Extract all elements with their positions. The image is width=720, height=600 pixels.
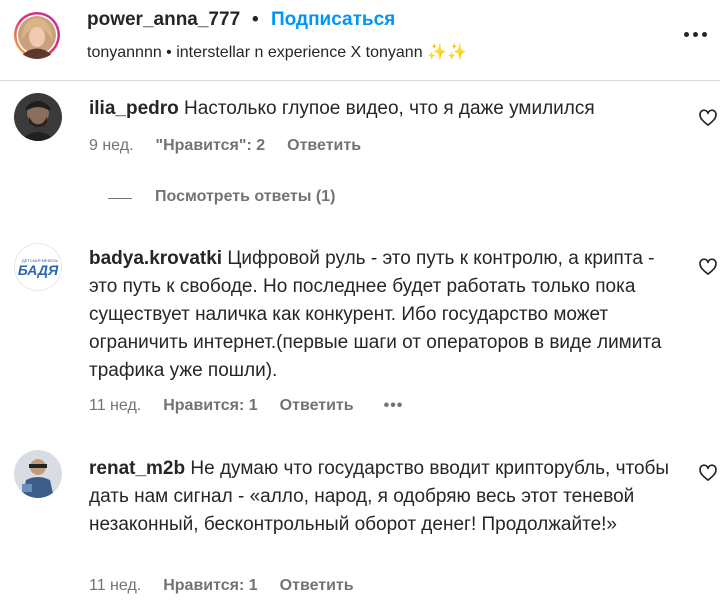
comment-meta: 11 нед. Нравится: 1 Ответить: [89, 577, 354, 595]
heart-icon[interactable]: [698, 257, 718, 277]
header-separator: •: [252, 9, 259, 30]
more-options-icon[interactable]: [683, 30, 709, 40]
comment-likes[interactable]: Нравится: 1: [163, 577, 257, 595]
comment-likes[interactable]: Нравится: 1: [163, 397, 257, 415]
comment-username[interactable]: badya.krovatki: [89, 248, 222, 269]
reply-button[interactable]: Ответить: [287, 137, 361, 155]
author-username[interactable]: power_anna_777: [87, 9, 240, 31]
reply-button[interactable]: Ответить: [280, 577, 354, 595]
comment-body: badya.krovatki Цифровой руль - это путь …: [89, 245, 677, 385]
comment-body: renat_m2b Не думаю что государство вводи…: [89, 455, 677, 539]
commenter-avatar[interactable]: [14, 450, 62, 498]
brand-logo: ДЕТСКАЯ МЕБЕЛЬ БАДЯ: [15, 244, 61, 290]
comment-username[interactable]: renat_m2b: [89, 458, 185, 479]
header-divider: [0, 80, 720, 81]
comment-username[interactable]: ilia_pedro: [89, 98, 179, 119]
reply-button[interactable]: Ответить: [280, 397, 354, 415]
comment-text: Настолько глупое видео, что я даже умили…: [184, 98, 595, 119]
comment-time: 9 нед.: [89, 137, 134, 154]
post-header: power_anna_777 • Подписаться tonyannnn •…: [0, 0, 720, 80]
comment-time: 11 нед.: [89, 397, 142, 414]
heart-icon[interactable]: [698, 463, 718, 483]
audio-attribution[interactable]: tonyannnn • interstellar n experience X …: [87, 42, 467, 62]
follow-button[interactable]: Подписаться: [271, 9, 395, 31]
comment-meta: 11 нед. Нравится: 1 Ответить •••: [89, 397, 403, 415]
comment-likes[interactable]: "Нравится": 2: [156, 137, 266, 155]
view-replies-button[interactable]: Посмотреть ответы (1): [155, 188, 335, 206]
comment-body: ilia_pedro Настолько глупое видео, что я…: [89, 95, 677, 123]
author-avatar[interactable]: [13, 11, 61, 59]
commenter-avatar[interactable]: ДЕТСКАЯ МЕБЕЛЬ БАДЯ: [14, 243, 62, 291]
logo-brand: БАДЯ: [18, 262, 59, 278]
comment-more-icon[interactable]: •••: [384, 397, 404, 415]
commenter-avatar[interactable]: [14, 93, 62, 141]
comment-meta: 9 нед. "Нравится": 2 Ответить: [89, 137, 361, 155]
heart-icon[interactable]: [698, 108, 718, 128]
comment-time: 11 нед.: [89, 577, 142, 594]
replies-line: [108, 198, 132, 199]
